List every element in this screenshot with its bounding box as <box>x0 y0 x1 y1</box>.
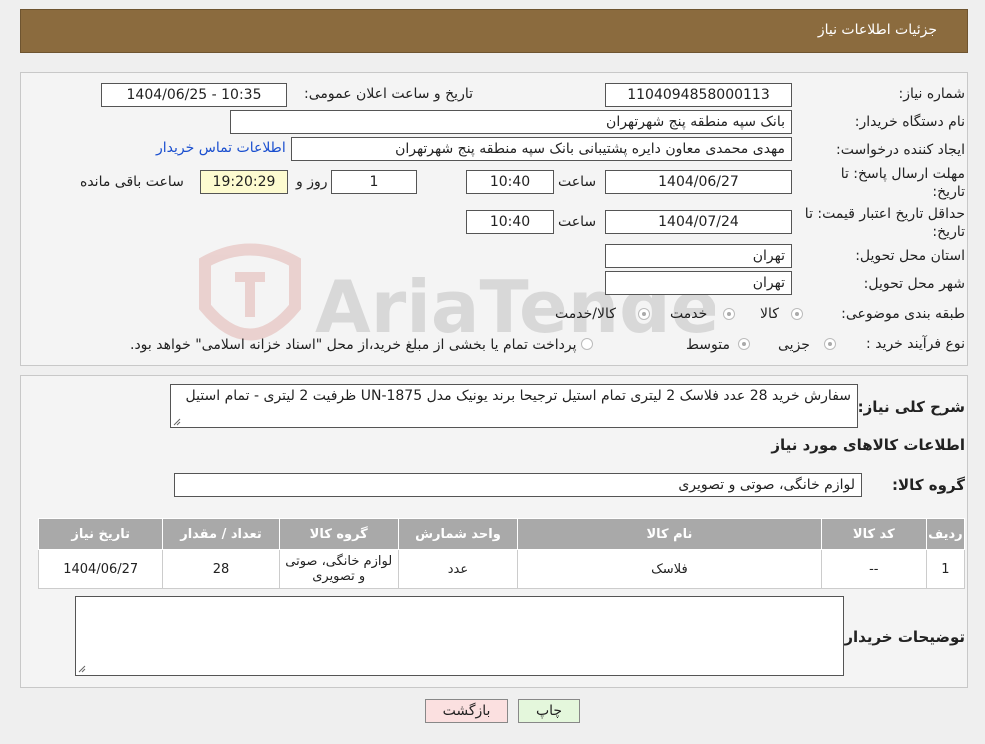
validity-time-label: ساعت <box>558 214 597 230</box>
creator-label: ایجاد کننده درخواست: <box>836 142 965 158</box>
category-radio-service[interactable] <box>723 308 735 320</box>
page-title: جزئیات اطلاعات نیاز <box>817 22 937 38</box>
days-label: روز و <box>296 174 328 190</box>
province-label: استان محل تحویل: <box>855 248 965 264</box>
resize-handle-icon[interactable] <box>173 418 181 426</box>
notes-resize-handle-icon[interactable] <box>78 665 86 673</box>
process-label: نوع فرآیند خرید : <box>866 336 965 352</box>
city-field: تهران <box>605 271 792 295</box>
deadline-label: مهلت ارسال پاسخ: تا <box>840 166 965 182</box>
process-option-minor: جزیی <box>778 337 810 353</box>
col-code: کد کالا <box>820 518 927 550</box>
city-label: شهر محل تحویل: <box>863 276 965 292</box>
remaining-time-field: 19:20:29 <box>200 170 288 194</box>
goods-group-field: لوازم خانگی، صوتی و تصویری <box>174 473 862 497</box>
province-field: تهران <box>605 244 792 268</box>
col-name: نام کالا <box>517 518 822 550</box>
category-option-service: خدمت <box>670 306 708 322</box>
announce-label: تاریخ و ساعت اعلان عمومی: <box>304 86 473 102</box>
description-textarea[interactable]: سفارش خرید 28 عدد فلاسک 2 لیتری تمام است… <box>170 384 858 428</box>
deadline-time-field: 10:40 <box>466 170 554 194</box>
page-header: جزئیات اطلاعات نیاز <box>20 9 968 53</box>
cell-group: لوازم خانگی، صوتی و تصویری <box>278 549 399 589</box>
need-number-label: شماره نیاز: <box>898 86 966 102</box>
cell-code: -- <box>820 549 927 589</box>
buyer-contact-link[interactable]: اطلاعات تماس خریدار <box>156 140 286 156</box>
table-header-row: ردیف کد کالا نام کالا واحد شمارش گروه کا… <box>37 518 966 550</box>
category-label: طبقه بندی موضوعی: <box>841 306 965 322</box>
deadline-label-date: تاریخ: <box>932 184 965 200</box>
col-unit: واحد شمارش <box>397 518 519 550</box>
need-number-field: 1104094858000113 <box>605 83 792 107</box>
category-option-goods: کالا <box>760 306 779 322</box>
validity-label: حداقل تاریخ اعتبار قیمت: تا <box>804 206 965 222</box>
description-label: شرح کلی نیاز: <box>857 398 965 416</box>
announce-field: 1404/06/25 - 10:35 <box>101 83 287 107</box>
validity-label-date: تاریخ: <box>932 224 965 240</box>
back-button[interactable]: بازگشت <box>425 699 508 723</box>
validity-date-field: 1404/07/24 <box>605 210 792 234</box>
col-qty: تعداد / مقدار <box>162 518 280 550</box>
creator-field: مهدی محمدی معاون دایره پشتیبانی بانک سپه… <box>291 137 792 161</box>
buyer-notes-label: توضیحات خریدار: <box>838 628 965 646</box>
remaining-label: ساعت باقی مانده <box>80 174 184 190</box>
validity-time-field: 10:40 <box>466 210 554 234</box>
col-date: تاریخ نیاز <box>37 518 164 550</box>
cell-unit: عدد <box>397 549 519 589</box>
deadline-date-field: 1404/06/27 <box>605 170 792 194</box>
buyer-org-label: نام دستگاه خریدار: <box>854 114 965 130</box>
goods-section-title: اطلاعات کالاهای مورد نیاز <box>771 436 965 454</box>
goods-table: ردیف کد کالا نام کالا واحد شمارش گروه کا… <box>37 518 966 589</box>
days-field: 1 <box>331 170 417 194</box>
category-radio-goods-service[interactable] <box>638 308 650 320</box>
process-note: پرداخت تمام یا بخشی از مبلغ خرید،از محل … <box>130 337 577 353</box>
buyer-notes-textarea[interactable] <box>75 596 844 676</box>
process-radio-minor[interactable] <box>824 338 836 350</box>
print-button[interactable]: چاپ <box>518 699 580 723</box>
buyer-org-field: بانک سپه منطقه پنج شهرتهران <box>230 110 792 134</box>
col-group: گروه کالا <box>278 518 399 550</box>
description-text: سفارش خرید 28 عدد فلاسک 2 لیتری تمام است… <box>185 388 852 404</box>
deadline-time-label: ساعت <box>558 174 597 190</box>
process-radio-medium[interactable] <box>738 338 750 350</box>
category-radio-goods[interactable] <box>791 308 803 320</box>
cell-row: 1 <box>925 549 966 589</box>
process-radio-treasury[interactable] <box>581 338 593 350</box>
cell-name: فلاسک <box>517 549 822 589</box>
cell-date: 1404/06/27 <box>37 549 164 589</box>
process-option-medium: متوسط <box>686 337 730 353</box>
goods-group-label: گروه کالا: <box>892 476 965 494</box>
col-row: ردیف <box>925 518 966 550</box>
cell-qty: 28 <box>162 549 280 589</box>
category-option-goods-service: کالا/خدمت <box>555 306 616 322</box>
table-row: 1 -- فلاسک عدد لوازم خانگی، صوتی و تصویر… <box>37 549 966 589</box>
